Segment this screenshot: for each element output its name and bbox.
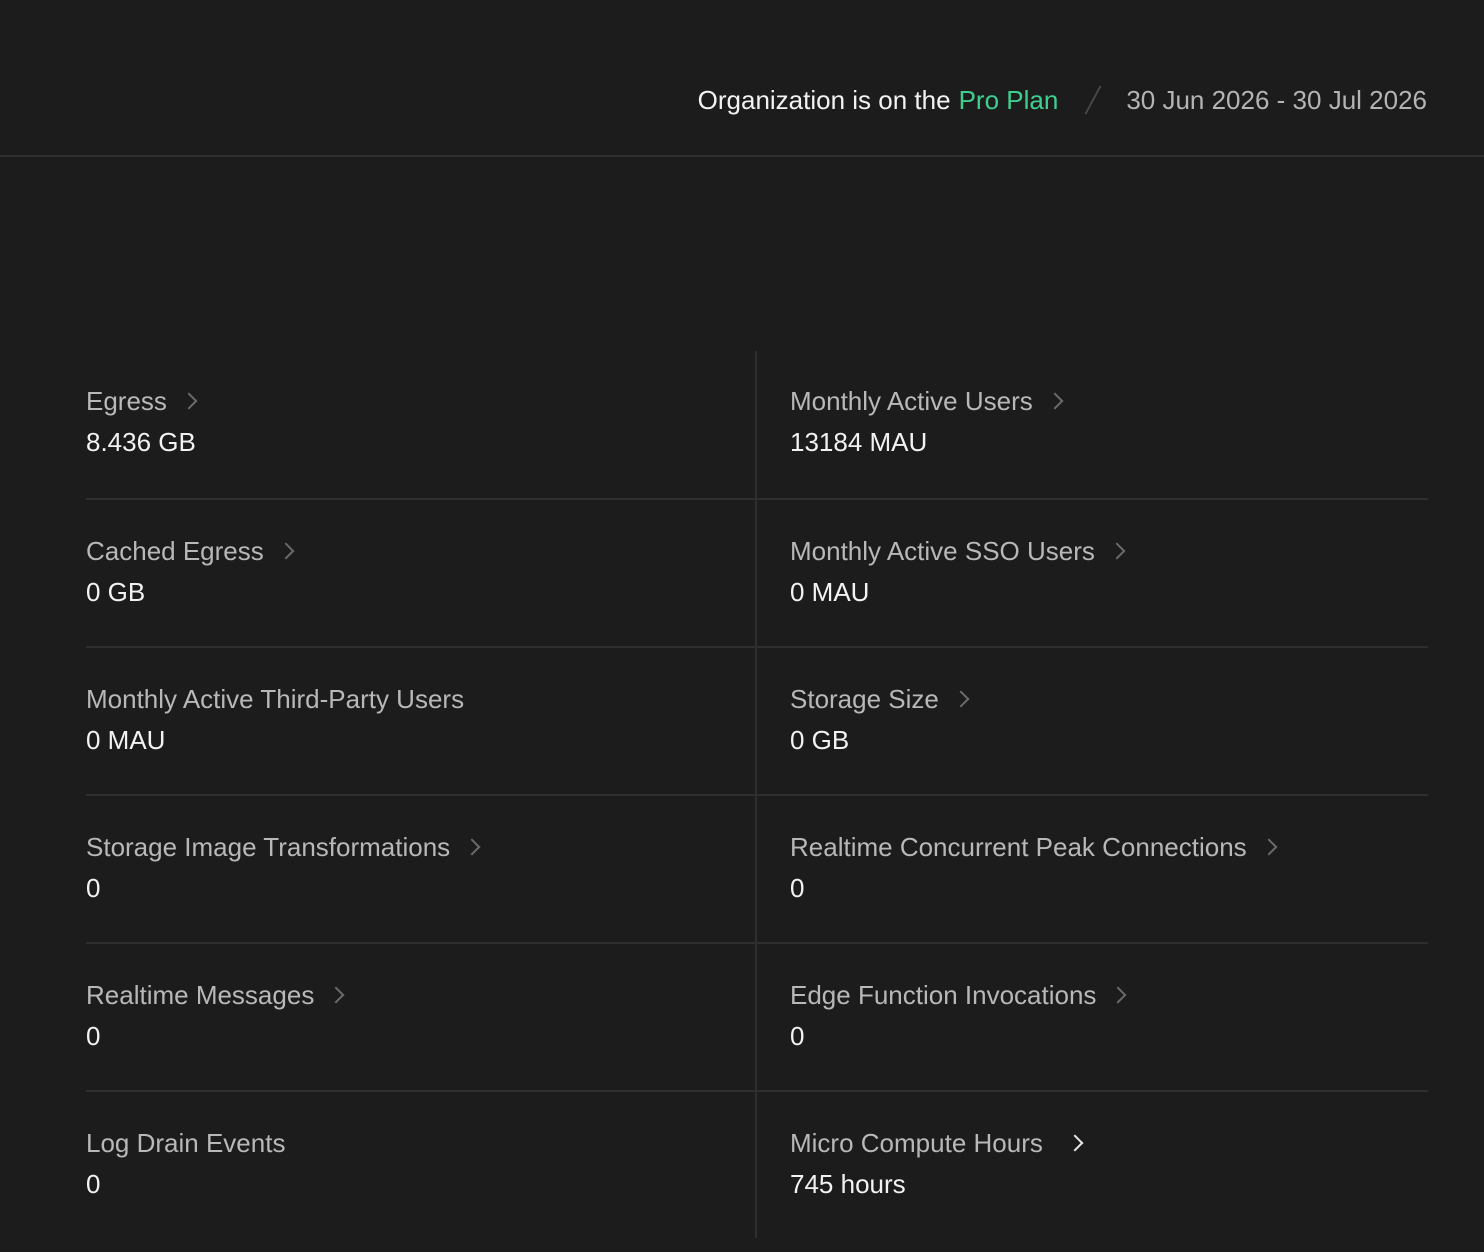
plan-prefix: Organization is on the: [697, 84, 951, 115]
metric-value: 0 MAU: [790, 577, 870, 607]
metric-label: Storage Size: [790, 683, 939, 714]
metric-log-drain-events: Log Drain Events 0: [86, 1092, 757, 1238]
metric-third-party-mau: Monthly Active Third-Party Users 0 MAU: [86, 648, 757, 794]
chevron-right-icon: [463, 838, 481, 856]
metric-label: Realtime Concurrent Peak Connections: [790, 831, 1247, 862]
metric-label: Storage Image Transformations: [86, 831, 451, 862]
metric-egress: Egress 8.436 GB: [86, 351, 757, 498]
metric-value: 0: [790, 873, 805, 903]
metric-label: Egress: [86, 385, 167, 416]
metric-realtime-peak-connections: Realtime Concurrent Peak Connections 0: [757, 796, 1428, 942]
metric-value: 8.436 GB: [86, 427, 196, 457]
metric-edge-function-invocations-link[interactable]: Edge Function Invocations: [790, 979, 1127, 1011]
metric-value: 0: [86, 873, 101, 903]
slash-separator: [1084, 86, 1102, 114]
usage-metrics-grid: Egress 8.436 GB Monthly Active Users 131…: [86, 351, 1428, 1238]
metric-label: Realtime Messages: [86, 979, 315, 1010]
metric-mau-link[interactable]: Monthly Active Users: [790, 385, 1064, 417]
plan-name: Pro Plan: [958, 84, 1059, 115]
metric-value: 0: [86, 1021, 101, 1051]
metric-label: Monthly Active Users: [790, 385, 1033, 416]
metric-label: Edge Function Invocations: [790, 979, 1097, 1010]
metric-image-transformations-link[interactable]: Storage Image Transformations: [86, 831, 481, 863]
metric-label: Monthly Active SSO Users: [790, 535, 1095, 566]
metric-realtime-messages: Realtime Messages 0: [86, 944, 757, 1090]
metrics-row: Storage Image Transformations 0 Realtime…: [86, 794, 1428, 942]
metric-value: 0 MAU: [86, 725, 166, 755]
usage-header: Organization is on the Pro Plan 30 Jun 2…: [0, 0, 1484, 157]
metric-realtime-peak-connections-link[interactable]: Realtime Concurrent Peak Connections: [790, 831, 1278, 863]
chevron-right-icon: [180, 392, 198, 410]
metric-value: 745 hours: [790, 1169, 906, 1199]
metric-edge-function-invocations: Edge Function Invocations 0: [757, 944, 1428, 1090]
chevron-right-icon: [1066, 1134, 1084, 1152]
metric-storage-size: Storage Size 0 GB: [757, 648, 1428, 794]
metrics-row: Realtime Messages 0 Edge Function Invoca…: [86, 942, 1428, 1090]
metric-label: Log Drain Events: [86, 1127, 286, 1158]
metric-sso-mau-link[interactable]: Monthly Active SSO Users: [790, 535, 1126, 567]
chevron-right-icon: [1046, 392, 1064, 410]
metric-label: Micro Compute Hours: [790, 1127, 1043, 1158]
metric-micro-compute-hours: Micro Compute Hours 745 hours: [757, 1092, 1428, 1238]
metrics-row: Cached Egress 0 GB Monthly Active SSO Us…: [86, 498, 1428, 646]
metric-value: 13184 MAU: [790, 427, 928, 457]
chevron-right-icon: [277, 542, 295, 560]
metric-third-party-mau-label: Monthly Active Third-Party Users: [86, 683, 464, 715]
plan-summary: Organization is on the Pro Plan 30 Jun 2…: [698, 82, 1427, 118]
metric-value: 0: [790, 1021, 805, 1051]
metric-cached-egress-link[interactable]: Cached Egress: [86, 535, 295, 567]
metric-label: Cached Egress: [86, 535, 264, 566]
metric-storage-image-transformations: Storage Image Transformations 0: [86, 796, 757, 942]
billing-period: 30 Jun 2026 - 30 Jul 2026: [1126, 84, 1427, 115]
metric-realtime-messages-link[interactable]: Realtime Messages: [86, 979, 345, 1011]
metric-egress-link[interactable]: Egress: [86, 385, 198, 417]
chevron-right-icon: [1260, 838, 1278, 856]
metric-value: 0 GB: [86, 577, 146, 607]
metric-value: 0: [86, 1169, 101, 1199]
metric-cached-egress: Cached Egress 0 GB: [86, 500, 757, 646]
metrics-row: Log Drain Events 0 Micro Compute Hours 7…: [86, 1090, 1428, 1238]
metric-label: Monthly Active Third-Party Users: [86, 683, 465, 714]
chevron-right-icon: [952, 690, 970, 708]
metric-storage-size-link[interactable]: Storage Size: [790, 683, 970, 715]
chevron-right-icon: [327, 986, 345, 1004]
chevron-right-icon: [1109, 986, 1127, 1004]
metric-value: 0 GB: [790, 725, 850, 755]
metric-log-drain-events-label: Log Drain Events: [86, 1127, 285, 1159]
metrics-row: Egress 8.436 GB Monthly Active Users 131…: [86, 351, 1428, 498]
chevron-right-icon: [1108, 542, 1126, 560]
metric-monthly-active-sso-users: Monthly Active SSO Users 0 MAU: [757, 500, 1428, 646]
metric-micro-compute-hours-link[interactable]: Micro Compute Hours: [790, 1127, 1084, 1159]
metrics-row: Monthly Active Third-Party Users 0 MAU S…: [86, 646, 1428, 794]
metric-monthly-active-users: Monthly Active Users 13184 MAU: [757, 351, 1428, 498]
